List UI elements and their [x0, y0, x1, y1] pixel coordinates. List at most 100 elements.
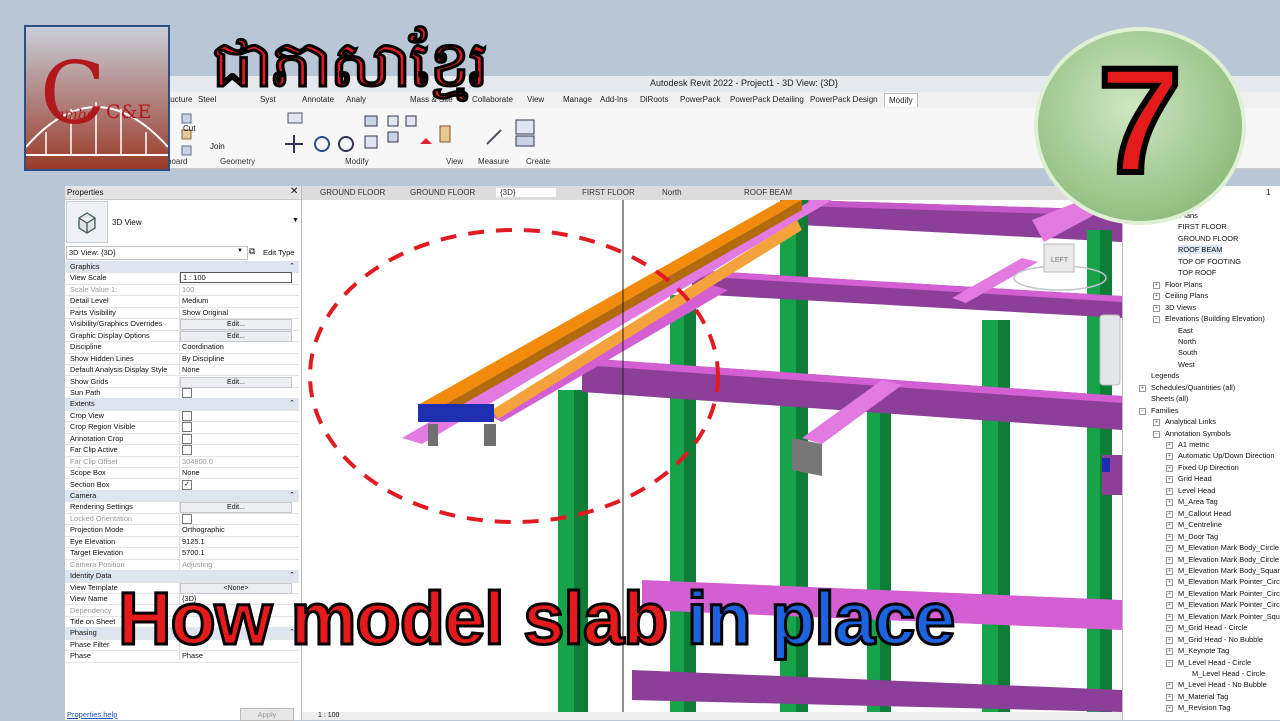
tree-expand-icon[interactable]: −	[1139, 407, 1146, 415]
browser-item[interactable]: A1 metric	[1178, 440, 1209, 449]
browser-item[interactable]: Analytical Links	[1165, 417, 1216, 426]
view-cube-face[interactable]: LEFT	[1051, 257, 1069, 264]
browser-item[interactable]: ROOF BEAM	[1178, 245, 1223, 255]
tree-expand-icon[interactable]: +	[1153, 293, 1160, 301]
tree-expand-icon[interactable]: +	[1153, 419, 1160, 427]
browser-item[interactable]: M_Elevation Mark Body_Squar	[1178, 566, 1280, 575]
property-edit-button[interactable]: Edit...	[180, 502, 292, 514]
property-value[interactable]: 9125.1	[182, 537, 205, 546]
tree-expand-icon[interactable]: +	[1166, 705, 1173, 713]
browser-item[interactable]: M_Door Tag	[1178, 532, 1218, 541]
type-name[interactable]: 3D View	[112, 218, 142, 227]
tree-expand-icon[interactable]: +	[1166, 625, 1173, 633]
apply-button[interactable]: Apply	[240, 708, 294, 721]
browser-item[interactable]: Families	[1151, 406, 1179, 415]
property-edit-button[interactable]: Edit...	[180, 319, 292, 331]
tree-expand-icon[interactable]: +	[1166, 545, 1173, 553]
browser-item[interactable]: Annotation Symbols	[1165, 429, 1231, 438]
tree-expand-icon[interactable]: +	[1166, 499, 1173, 507]
chevron-down-icon[interactable]: ▼	[292, 217, 299, 224]
ribbon-tab-powerpack-detailing[interactable]: PowerPack Detailing	[730, 95, 804, 104]
view-tab[interactable]: North	[662, 188, 682, 197]
tree-expand-icon[interactable]: −	[1153, 316, 1160, 324]
browser-item[interactable]: Floor Plans	[1165, 280, 1202, 289]
browser-item[interactable]: Level Head	[1178, 486, 1215, 495]
tree-expand-icon[interactable]: +	[1166, 590, 1173, 598]
modify-tools[interactable]	[181, 112, 535, 156]
tree-expand-icon[interactable]: +	[1166, 579, 1173, 587]
property-value[interactable]: By Discipline	[182, 354, 224, 363]
tree-expand-icon[interactable]: +	[1166, 453, 1173, 461]
collapse-icon[interactable]: ⌃	[289, 399, 295, 407]
view-tab[interactable]: FIRST FLOOR	[582, 188, 635, 197]
ribbon-tab-view[interactable]: View	[527, 95, 544, 104]
browser-item[interactable]: M_Level Head - Circle	[1192, 669, 1265, 678]
tree-expand-icon[interactable]: +	[1153, 281, 1160, 289]
browser-item[interactable]: Legends	[1151, 371, 1179, 380]
property-checkbox[interactable]	[182, 445, 192, 456]
property-value[interactable]: Coordination	[182, 342, 224, 351]
property-value[interactable]: Show Original	[182, 308, 228, 317]
property-value[interactable]: None	[182, 365, 200, 374]
tree-expand-icon[interactable]: +	[1166, 693, 1173, 701]
tree-expand-icon[interactable]: +	[1166, 682, 1173, 690]
browser-item[interactable]: East	[1178, 326, 1193, 335]
browser-item[interactable]: M_Grid Head - Circle	[1178, 623, 1247, 632]
tree-expand-icon[interactable]: +	[1166, 476, 1173, 484]
view-tab[interactable]: GROUND FLOOR	[410, 188, 475, 197]
browser-item[interactable]: North	[1178, 337, 1196, 346]
browser-item[interactable]: M_Grid Head - No Bubble	[1178, 635, 1263, 644]
property-edit-button[interactable]: Edit...	[180, 376, 292, 388]
tree-expand-icon[interactable]: +	[1166, 510, 1173, 518]
property-checkbox[interactable]	[182, 433, 192, 444]
close-icon[interactable]: ✕	[290, 186, 298, 197]
ribbon-tab-add-ins[interactable]: Add-Ins	[600, 95, 628, 104]
browser-item[interactable]: M_Centreline	[1178, 520, 1222, 529]
tree-expand-icon[interactable]: +	[1166, 522, 1173, 530]
browser-item[interactable]: M_Level Head - No Bubble	[1178, 680, 1267, 689]
browser-item[interactable]: M_Area Tag	[1178, 497, 1218, 506]
browser-item[interactable]: FIRST FLOOR	[1178, 222, 1227, 231]
browser-item[interactable]: M_Keynote Tag	[1178, 646, 1229, 655]
property-value[interactable]: Orthographic	[182, 525, 225, 534]
navigation-bar[interactable]	[1099, 314, 1121, 386]
browser-item[interactable]: M_Elevation Mark Pointer_Circ	[1178, 577, 1280, 586]
browser-item[interactable]: Fixed Up Direction	[1178, 463, 1239, 472]
tree-expand-icon[interactable]: −	[1153, 430, 1160, 438]
ribbon-tab-diroots[interactable]: DiRoots	[640, 95, 668, 104]
browser-item[interactable]: West	[1178, 360, 1195, 369]
browser-item[interactable]: Sheets (all)	[1151, 394, 1188, 403]
browser-item[interactable]: M_Elevation Mark Pointer_Circ	[1178, 600, 1280, 609]
browser-item[interactable]: M_Elevation Mark Pointer_Squ	[1178, 612, 1280, 621]
browser-item[interactable]: 3D Views	[1165, 303, 1196, 312]
tree-expand-icon[interactable]: +	[1139, 384, 1146, 392]
property-value[interactable]: 1 : 100	[180, 272, 292, 284]
collapse-icon[interactable]: ⌃	[289, 491, 295, 499]
browser-item[interactable]: GROUND FLOOR	[1178, 234, 1238, 243]
browser-item[interactable]: South	[1178, 348, 1197, 357]
tree-expand-icon[interactable]: +	[1166, 442, 1173, 449]
tree-expand-icon[interactable]: +	[1166, 464, 1173, 472]
browser-item[interactable]: M_Elevation Mark Body_Circle	[1178, 555, 1279, 564]
view-tab[interactable]: GROUND FLOOR	[320, 188, 385, 197]
tree-expand-icon[interactable]: +	[1166, 556, 1173, 564]
tree-expand-icon[interactable]: +	[1166, 648, 1173, 656]
property-value[interactable]: None	[182, 468, 200, 477]
property-value[interactable]: Medium	[182, 296, 208, 305]
browser-item[interactable]: Ceiling Plans	[1165, 291, 1208, 300]
browser-item[interactable]: M_Elevation Mark Pointer_Circ	[1178, 589, 1280, 598]
view-tab[interactable]: {3D}	[496, 188, 556, 197]
properties-help-link[interactable]: Properties help	[67, 710, 117, 719]
ribbon-tab-powerpack[interactable]: PowerPack	[680, 95, 720, 104]
browser-item[interactable]: Automatic Up/Down Direction	[1178, 451, 1275, 460]
tree-expand-icon[interactable]: +	[1166, 613, 1173, 621]
browser-item[interactable]: TOP OF FOOTING	[1178, 257, 1241, 266]
property-checkbox[interactable]	[182, 422, 192, 433]
tree-expand-icon[interactable]: +	[1166, 487, 1173, 495]
tree-expand-icon[interactable]: −	[1166, 659, 1173, 667]
property-checkbox[interactable]	[182, 410, 192, 421]
browser-item[interactable]: M_Level Head - Circle	[1178, 658, 1251, 667]
property-edit-button[interactable]: Edit...	[180, 330, 292, 342]
instance-selector[interactable]: 3D View: {3D} ▼	[66, 246, 248, 260]
browser-item[interactable]: M_Callout Head	[1178, 509, 1231, 518]
